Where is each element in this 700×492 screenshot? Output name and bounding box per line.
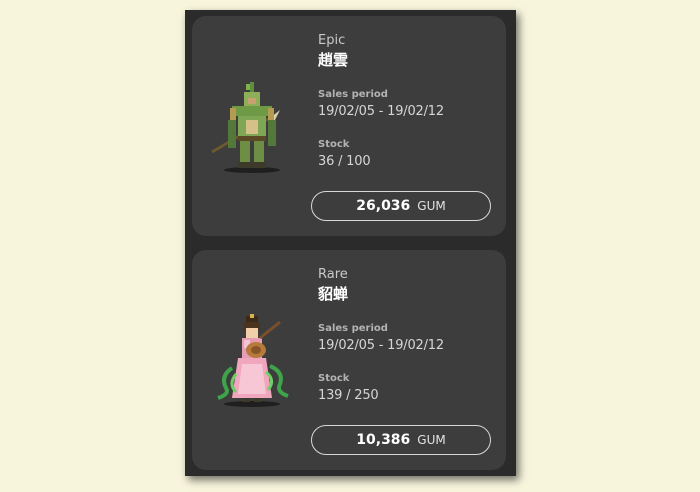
- stock-value: 139 / 250: [318, 388, 379, 403]
- buy-button[interactable]: 26,036 GUM: [311, 191, 491, 221]
- item-info: Rare 貂蝉 Sales period 19/02/05 - 19/02/12…: [318, 267, 498, 404]
- lute-dancer-sprite: [217, 314, 289, 407]
- sales-period-label: Sales period: [318, 323, 388, 334]
- item-info: Epic 趙雲 Sales period 19/02/05 - 19/02/12…: [318, 33, 498, 170]
- stock-label: Stock: [318, 373, 350, 384]
- item-rarity: Rare: [318, 267, 348, 282]
- item-name: 貂蝉: [318, 285, 349, 303]
- shop-item-card[interactable]: Rare 貂蝉 Sales period 19/02/05 - 19/02/12…: [192, 250, 506, 470]
- price-currency: GUM: [417, 433, 446, 447]
- price-currency: GUM: [417, 199, 446, 213]
- stock-label: Stock: [318, 139, 350, 150]
- item-name: 趙雲: [318, 51, 349, 69]
- item-rarity: Epic: [318, 33, 346, 48]
- shop-item-card[interactable]: Epic 趙雲 Sales period 19/02/05 - 19/02/12…: [192, 16, 506, 236]
- price-amount: 26,036: [356, 198, 411, 214]
- shop-panel: Epic 趙雲 Sales period 19/02/05 - 19/02/12…: [185, 10, 516, 476]
- price-amount: 10,386: [356, 432, 411, 448]
- armored-warrior-sprite: [211, 82, 280, 173]
- sales-period-value: 19/02/05 - 19/02/12: [318, 104, 444, 119]
- sales-period-label: Sales period: [318, 89, 388, 100]
- buy-button[interactable]: 10,386 GUM: [311, 425, 491, 455]
- sales-period-value: 19/02/05 - 19/02/12: [318, 338, 444, 353]
- stock-value: 36 / 100: [318, 154, 371, 169]
